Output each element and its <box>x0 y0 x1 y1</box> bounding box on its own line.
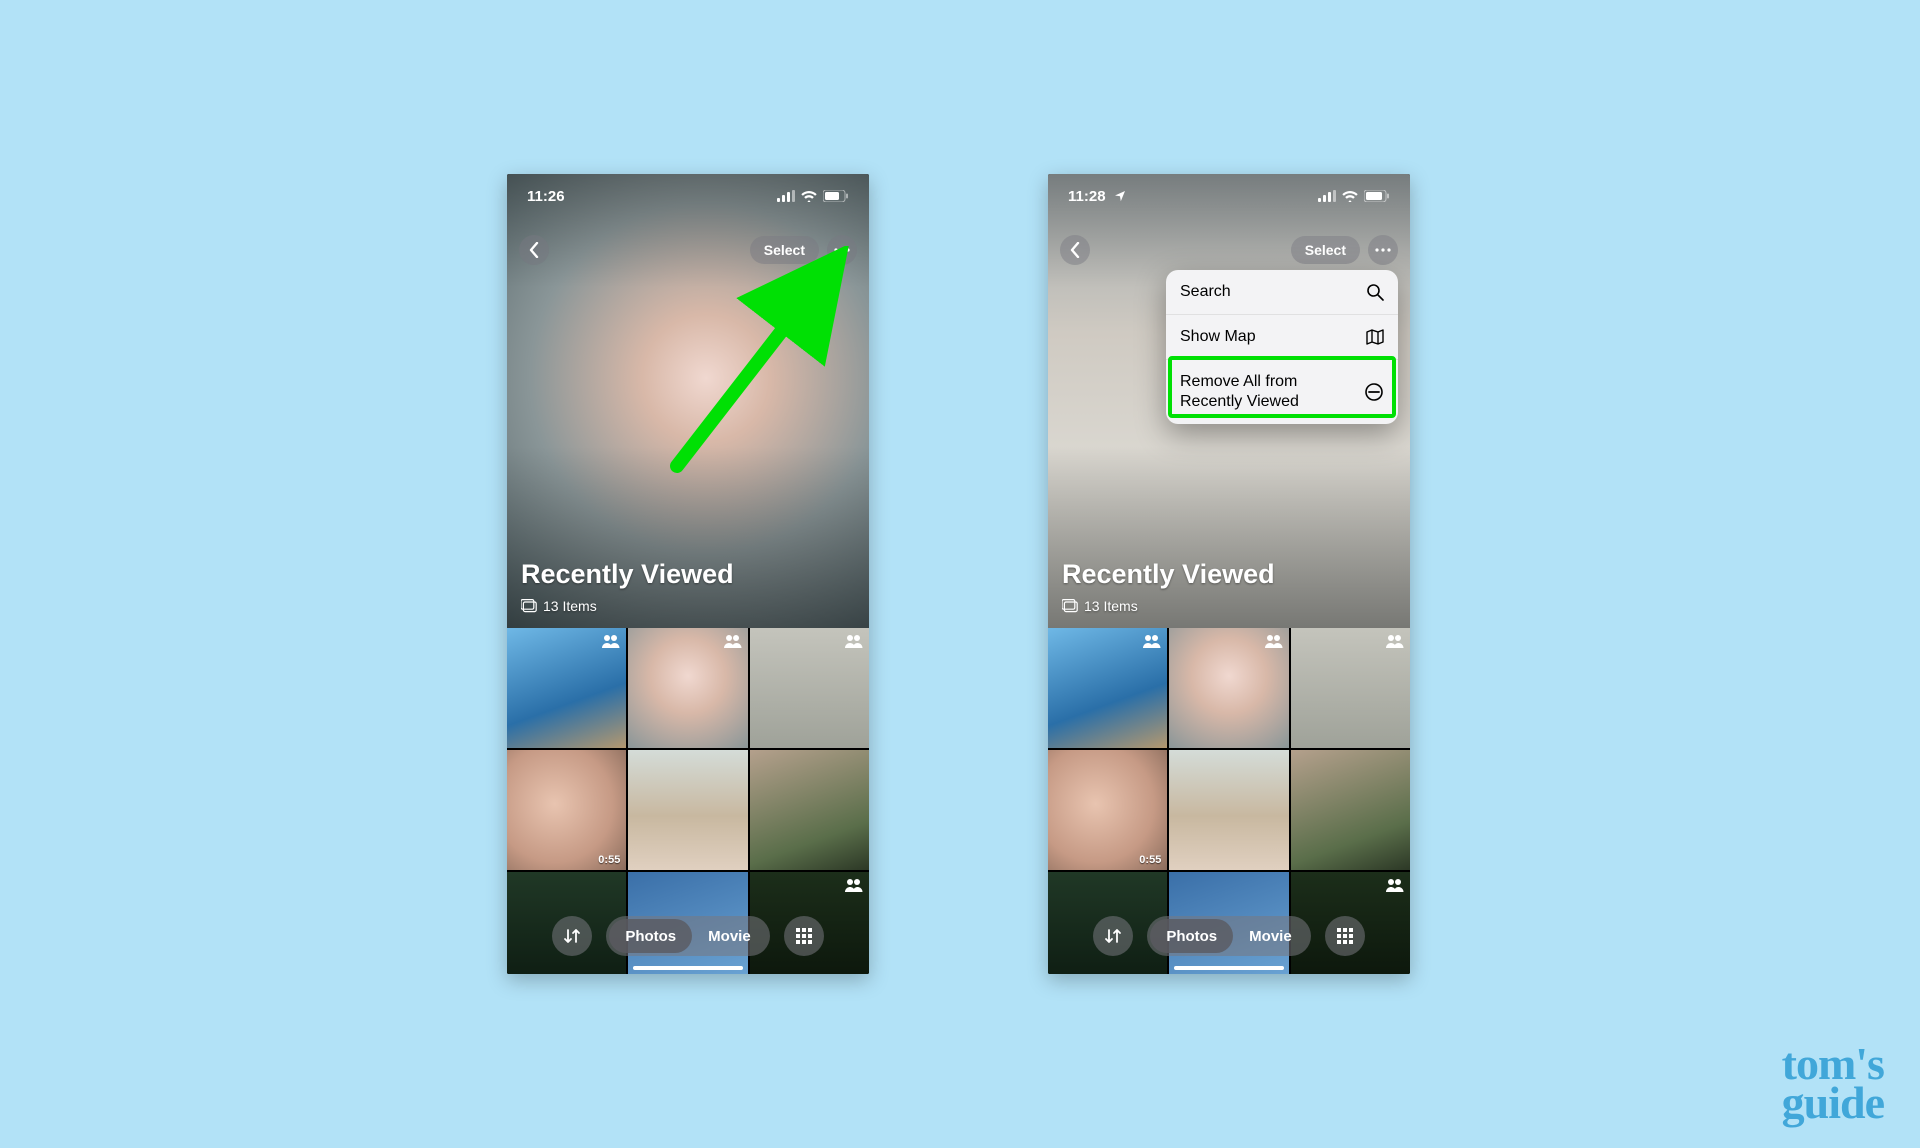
menu-item-label: Show Map <box>1180 327 1256 347</box>
status-bar: 11:26 <box>507 174 869 218</box>
status-icons <box>777 190 849 202</box>
status-icons <box>1318 190 1390 202</box>
chevron-left-icon <box>529 242 539 258</box>
status-bar: 11:28 <box>1048 174 1410 218</box>
search-icon <box>1366 283 1384 301</box>
cellular-icon <box>1318 190 1336 202</box>
sort-button[interactable] <box>552 916 592 956</box>
item-count: 13 Items <box>1084 598 1138 614</box>
top-toolbar: Select <box>507 230 869 270</box>
menu-item-search[interactable]: Search <box>1166 270 1398 315</box>
stack-icon <box>1062 599 1078 613</box>
menu-item-label: Search <box>1180 282 1231 302</box>
video-thumbnail[interactable]: 0:55 <box>507 750 626 870</box>
movie-tab[interactable]: Movie <box>692 919 767 953</box>
people-badge-icon <box>724 634 742 648</box>
bottom-bar: Photos Movie <box>1048 916 1410 956</box>
people-badge-icon <box>1386 634 1404 648</box>
stack-icon <box>521 599 537 613</box>
comparison-stage: 11:26 Recently Viewed 13 Items Select <box>250 154 1670 994</box>
photo-thumbnail[interactable] <box>1169 628 1288 748</box>
back-button[interactable] <box>1060 235 1090 265</box>
people-badge-icon <box>845 634 863 648</box>
photo-thumbnail[interactable] <box>1291 750 1410 870</box>
map-icon <box>1366 329 1384 345</box>
battery-icon <box>823 190 849 202</box>
movie-tab[interactable]: Movie <box>1233 919 1308 953</box>
people-badge-icon <box>602 634 620 648</box>
select-button[interactable]: Select <box>1291 236 1360 264</box>
photo-thumbnail[interactable] <box>1291 628 1410 748</box>
photos-tab[interactable]: Photos <box>1150 919 1233 953</box>
more-icon <box>1375 248 1391 252</box>
video-thumbnail[interactable]: 0:55 <box>1048 750 1167 870</box>
menu-item-remove-all[interactable]: Remove All from Recently Viewed <box>1166 360 1398 424</box>
battery-icon <box>1364 190 1390 202</box>
location-icon <box>1114 190 1126 202</box>
more-icon <box>834 248 850 252</box>
collection-subtitle: 13 Items <box>521 598 597 614</box>
back-button[interactable] <box>519 235 549 265</box>
photo-thumbnail[interactable] <box>750 750 869 870</box>
sort-icon <box>1104 927 1122 945</box>
menu-item-label: Remove All from Recently Viewed <box>1180 372 1350 412</box>
phone-screenshot-right: 11:28 Recently Viewed 13 Items Select <box>1048 174 1410 974</box>
view-segment: Photos Movie <box>606 916 769 956</box>
menu-item-show-map[interactable]: Show Map <box>1166 315 1398 360</box>
view-segment: Photos Movie <box>1147 916 1310 956</box>
people-badge-icon <box>1265 634 1283 648</box>
wifi-icon <box>801 190 817 202</box>
more-button[interactable] <box>1368 235 1398 265</box>
wifi-icon <box>1342 190 1358 202</box>
people-badge-icon <box>845 878 863 892</box>
home-indicator[interactable] <box>1174 966 1284 970</box>
status-time: 11:28 <box>1068 188 1126 205</box>
top-toolbar: Select <box>1048 230 1410 270</box>
photos-tab[interactable]: Photos <box>609 919 692 953</box>
sort-icon <box>563 927 581 945</box>
home-indicator[interactable] <box>633 966 743 970</box>
watermark-logo: tom's guide <box>1782 1044 1884 1122</box>
chevron-left-icon <box>1070 242 1080 258</box>
item-count: 13 Items <box>543 598 597 614</box>
grid-button[interactable] <box>784 916 824 956</box>
photo-thumbnail[interactable] <box>1169 750 1288 870</box>
photo-thumbnail[interactable] <box>628 628 747 748</box>
photo-thumbnail[interactable] <box>750 628 869 748</box>
cellular-icon <box>777 190 795 202</box>
collection-subtitle: 13 Items <box>1062 598 1138 614</box>
video-duration: 0:55 <box>598 854 620 866</box>
collection-title: Recently Viewed <box>521 559 734 590</box>
grid-icon <box>796 928 812 944</box>
grid-button[interactable] <box>1325 916 1365 956</box>
more-button[interactable] <box>827 235 857 265</box>
select-button[interactable]: Select <box>750 236 819 264</box>
remove-icon <box>1364 382 1384 402</box>
more-menu: Search Show Map Remove All from Recently… <box>1166 270 1398 424</box>
sort-button[interactable] <box>1093 916 1133 956</box>
photo-thumbnail[interactable] <box>628 750 747 870</box>
grid-icon <box>1337 928 1353 944</box>
photo-thumbnail[interactable] <box>1048 628 1167 748</box>
phone-screenshot-left: 11:26 Recently Viewed 13 Items Select <box>507 174 869 974</box>
video-duration: 0:55 <box>1139 854 1161 866</box>
photo-thumbnail[interactable] <box>507 628 626 748</box>
people-badge-icon <box>1386 878 1404 892</box>
people-badge-icon <box>1143 634 1161 648</box>
collection-title: Recently Viewed <box>1062 559 1275 590</box>
bottom-bar: Photos Movie <box>507 916 869 956</box>
status-time: 11:26 <box>527 188 565 205</box>
